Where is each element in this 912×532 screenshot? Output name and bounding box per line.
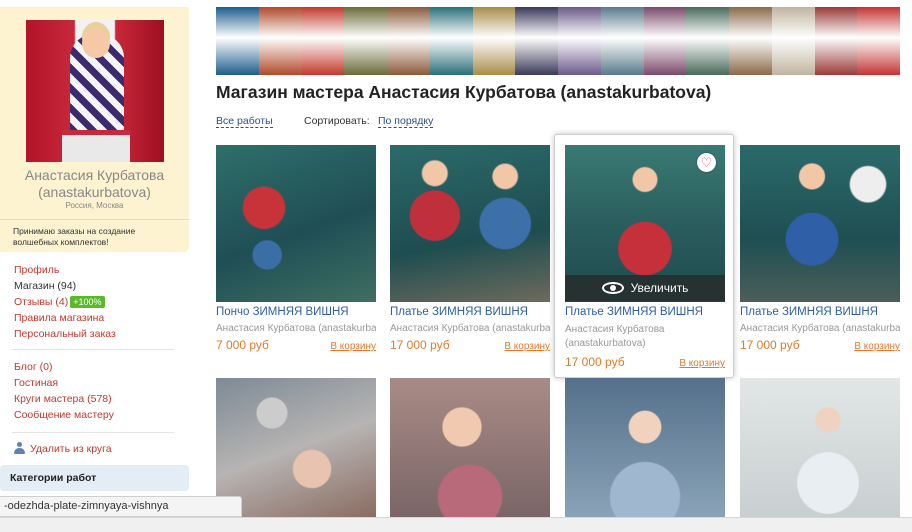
categories-header[interactable]: Категории работ	[0, 465, 189, 491]
product-author: Анастасия Курбатова (anastakurbatova)	[390, 323, 550, 334]
status-bar-url: -odezhda-plate-zimnyaya-vishnya	[0, 496, 242, 517]
all-works-link[interactable]: Все работы	[216, 115, 273, 128]
product-photo[interactable]	[740, 378, 900, 518]
sort-label: Сортировать:	[304, 115, 370, 127]
banner-photo-tile	[301, 7, 345, 75]
banner-photo-tile	[472, 7, 516, 75]
product-photo[interactable]: ♡ Увеличить	[565, 145, 725, 302]
add-to-cart-link[interactable]: В корзину	[854, 341, 900, 352]
social-menu: Блог (0) Гостиная Круги мастера (578) Со…	[14, 359, 114, 423]
profile-menu: Профиль Магазин (94) Отзывы (4) +100% Пра…	[14, 262, 116, 342]
product-price: 17 000 руб	[740, 338, 800, 352]
banner-photo-tile	[558, 7, 601, 75]
product-title-link[interactable]: Платье ЗИМНЯЯ ВИШНЯ	[390, 306, 550, 318]
menu-divider	[12, 432, 174, 433]
banner-photo-tile	[771, 7, 815, 75]
banner-photo-tile	[600, 7, 644, 75]
banner-photo-tile	[643, 7, 687, 75]
product-photo[interactable]	[216, 145, 376, 302]
banner-photo-tile	[216, 7, 259, 75]
profile-city: Россия, Москва	[65, 201, 124, 210]
person-icon	[14, 442, 25, 454]
zoom-button[interactable]: Увеличить	[565, 275, 725, 301]
banner-photo-tile	[344, 7, 387, 75]
menu-divider	[12, 349, 174, 350]
master-banner	[216, 7, 900, 75]
product-price: 17 000 руб	[390, 338, 450, 352]
eye-icon	[601, 282, 624, 294]
banner-photo-tile	[258, 7, 302, 75]
sidebar: Анастасия Курбатова (anastakurbatova) Ро…	[0, 0, 192, 532]
profile-name[interactable]: Анастасия Курбатова (anastakurbatova)	[0, 167, 189, 201]
banner-photo-tile	[429, 7, 473, 75]
menu-personal-order-link[interactable]: Персональный заказ	[14, 328, 116, 340]
add-to-cart-link[interactable]: В корзину	[330, 341, 376, 352]
banner-photo-tile	[387, 7, 430, 75]
product-photo[interactable]	[390, 378, 550, 518]
menu-reviews-link[interactable]: Отзывы (4)	[14, 296, 68, 308]
page-title: Магазин мастера Анастасия Курбатова (ana…	[216, 82, 712, 102]
sort-order-dropdown[interactable]: По порядку	[378, 115, 434, 128]
menu-guestroom-link[interactable]: Гостиная	[14, 377, 58, 389]
zoom-label: Увеличить	[630, 281, 689, 295]
menu-profile-link[interactable]: Профиль	[14, 264, 59, 276]
product-author: Анастасия Курбатова (anastakurbatova)	[740, 323, 900, 334]
reviews-rating-badge: +100%	[70, 296, 105, 308]
remove-from-circle-link[interactable]: Удалить из круга	[14, 442, 112, 455]
product-photo[interactable]	[740, 145, 900, 302]
banner-photo-tile	[857, 7, 900, 75]
avatar[interactable]	[26, 20, 164, 162]
menu-shop-rules-link[interactable]: Правила магазина	[14, 312, 104, 324]
product-title-link[interactable]: Платье ЗИМНЯЯ ВИШНЯ	[565, 306, 725, 318]
product-photo[interactable]	[390, 145, 550, 302]
banner-photo-tile	[686, 7, 729, 75]
product-author: Анастасия Курбатова (anastakurbatova)	[565, 324, 665, 349]
profile-card: Анастасия Курбатова (anastakurbatova) Ро…	[0, 7, 189, 252]
profile-note: Принимаю заказы на создание волшебных ко…	[0, 219, 189, 248]
add-to-cart-link[interactable]: В корзину	[504, 341, 550, 352]
product-photo[interactable]	[565, 378, 725, 518]
browser-bottom-strip	[0, 517, 912, 532]
menu-shop-current: Магазин (94)	[14, 280, 77, 292]
product-price: 7 000 руб	[216, 338, 269, 352]
remove-from-circle-label: Удалить из круга	[30, 443, 112, 455]
product-author: Анастасия Курбатова (anastakurbatova)	[216, 323, 376, 334]
menu-circles-link[interactable]: Круги мастера (578)	[14, 393, 112, 405]
add-to-cart-link[interactable]: В корзину	[679, 358, 725, 369]
favorite-heart-icon[interactable]: ♡	[697, 153, 716, 172]
product-price: 17 000 руб	[565, 355, 625, 369]
banner-photo-tile	[515, 7, 558, 75]
banner-photo-tile	[814, 7, 858, 75]
banner-photo-tile	[729, 7, 772, 75]
product-title-link[interactable]: Платье ЗИМНЯЯ ВИШНЯ	[740, 306, 900, 318]
product-title-link[interactable]: Пончо ЗИМНЯЯ ВИШНЯ	[216, 306, 376, 318]
menu-blog-link[interactable]: Блог (0)	[14, 361, 52, 373]
menu-message-link[interactable]: Сообщение мастеру	[14, 409, 114, 421]
